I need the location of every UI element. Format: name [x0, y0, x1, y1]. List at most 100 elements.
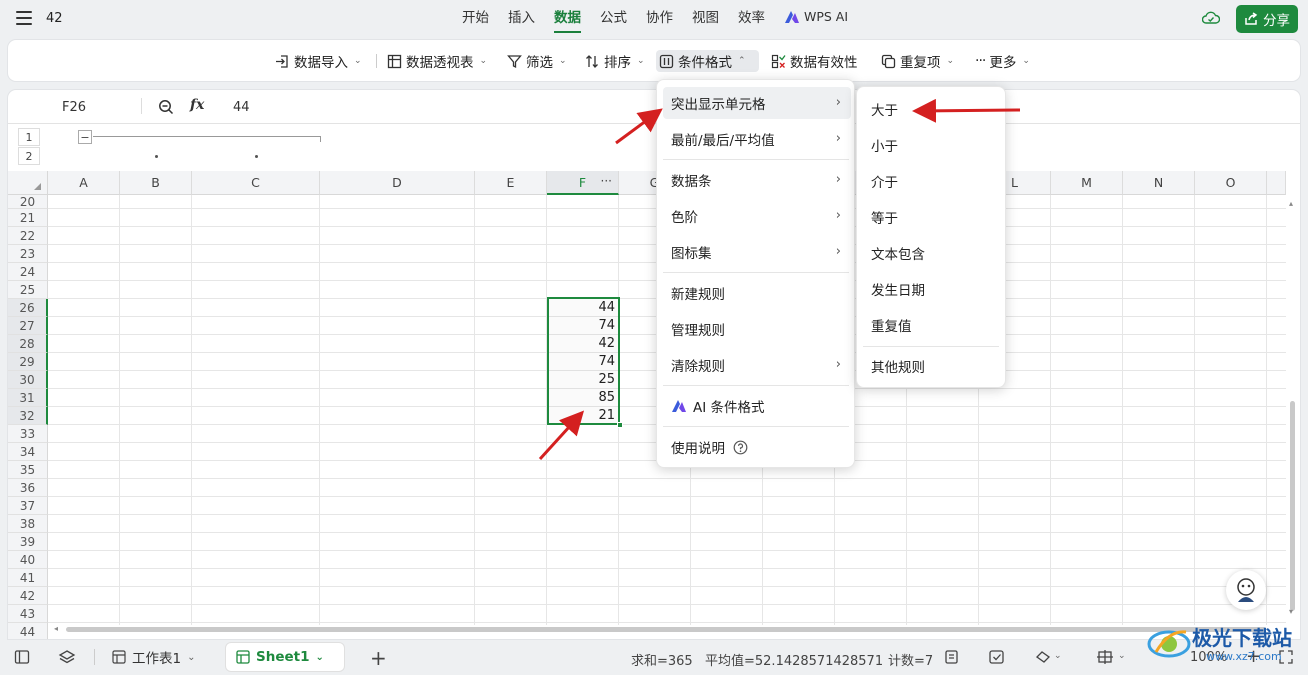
- row-header-20[interactable]: 20: [8, 195, 48, 209]
- more-button[interactable]: ··· 更多 ⌄: [972, 50, 1033, 72]
- scroll-up-icon[interactable]: ▴: [1289, 199, 1293, 208]
- sort-button[interactable]: 排序 ⌄: [582, 50, 648, 72]
- scroll-down-icon[interactable]: ▾: [1289, 607, 1293, 616]
- vertical-scrollbar[interactable]: ▴ ▾: [1286, 195, 1300, 625]
- tab-collab[interactable]: 协作: [646, 9, 673, 33]
- row-header-34[interactable]: 34: [8, 443, 48, 461]
- menu-item-manage-rules[interactable]: 管理规则: [663, 313, 851, 345]
- row-header-27[interactable]: 27: [8, 317, 48, 335]
- name-box[interactable]: F26: [62, 100, 86, 115]
- tab-efficiency[interactable]: 效率: [738, 9, 765, 33]
- sheet-tab-worksheet1[interactable]: 工作表1 ⌄: [102, 643, 205, 671]
- formula-input[interactable]: 44: [233, 100, 250, 115]
- column-header-m[interactable]: M: [1051, 171, 1123, 195]
- hamburger-menu-icon[interactable]: [16, 11, 32, 25]
- horizontal-scroll-thumb[interactable]: [66, 627, 1266, 632]
- assistant-avatar-button[interactable]: [1226, 570, 1266, 610]
- zoom-out-icon[interactable]: [158, 99, 174, 115]
- row-header-24[interactable]: 24: [8, 263, 48, 281]
- row-header-25[interactable]: 25: [8, 281, 48, 299]
- column-header-f[interactable]: F ···: [547, 171, 619, 195]
- submenu-item-duplicate-values[interactable]: 重复值: [863, 309, 997, 341]
- menu-item-data-bar[interactable]: 数据条 ›: [663, 164, 851, 196]
- filter-button[interactable]: 筛选 ⌄: [504, 50, 570, 72]
- conditional-format-button[interactable]: 条件格式 ⌃: [656, 50, 759, 72]
- chevron-down-icon[interactable]: ⌄: [1118, 651, 1126, 661]
- duplicates-button[interactable]: 重复项 ⌄: [878, 50, 957, 72]
- horizontal-scrollbar[interactable]: ◂: [48, 624, 1288, 634]
- row-header-40[interactable]: 40: [8, 551, 48, 569]
- row-header-36[interactable]: 36: [8, 479, 48, 497]
- row-header-42[interactable]: 42: [8, 587, 48, 605]
- share-button[interactable]: 分享: [1236, 5, 1298, 33]
- submenu-item-date-occurring[interactable]: 发生日期: [863, 273, 997, 305]
- row-header-44[interactable]: 44: [8, 623, 48, 639]
- fill-handle[interactable]: [617, 422, 623, 428]
- menu-item-ai-conditional-format[interactable]: AI 条件格式: [663, 390, 851, 422]
- cloud-sync-icon[interactable]: [1202, 11, 1220, 25]
- group-level-1-button[interactable]: 1: [18, 128, 40, 146]
- row-header-22[interactable]: 22: [8, 227, 48, 245]
- menu-item-top-bottom[interactable]: 最前/最后/平均值 ›: [663, 123, 851, 155]
- column-header-extra[interactable]: [1267, 171, 1286, 195]
- column-header-b[interactable]: B: [120, 171, 192, 195]
- submenu-item-text-contains[interactable]: 文本包含: [863, 237, 997, 269]
- group-level-2-button[interactable]: 2: [18, 147, 40, 165]
- row-header-21[interactable]: 21: [8, 209, 48, 227]
- column-header-a[interactable]: A: [48, 171, 120, 195]
- submenu-item-less-than[interactable]: 小于: [863, 129, 997, 161]
- freeze-panes-icon[interactable]: [1096, 649, 1114, 665]
- row-header-37[interactable]: 37: [8, 497, 48, 515]
- tab-formula[interactable]: 公式: [600, 9, 627, 33]
- row-header-29[interactable]: 29: [8, 353, 48, 371]
- collapse-group-button[interactable]: −: [78, 130, 92, 144]
- tab-insert[interactable]: 插入: [508, 9, 535, 33]
- function-icon[interactable]: fx: [190, 97, 204, 113]
- wps-ai-button[interactable]: WPS AI: [784, 9, 848, 24]
- column-header-n[interactable]: N: [1123, 171, 1195, 195]
- scroll-left-icon[interactable]: ◂: [54, 624, 58, 633]
- pivot-table-button[interactable]: 数据透视表 ⌄: [384, 50, 490, 72]
- row-header-32[interactable]: 32: [8, 407, 48, 425]
- row-header-26[interactable]: 26: [8, 299, 48, 317]
- sheet-tab-sheet1[interactable]: Sheet1 ⌄: [226, 643, 344, 671]
- row-header-33[interactable]: 33: [8, 425, 48, 443]
- tab-view[interactable]: 视图: [692, 9, 719, 33]
- submenu-item-equal-to[interactable]: 等于: [863, 201, 997, 233]
- submenu-item-between[interactable]: 介于: [863, 165, 997, 197]
- menu-item-new-rule[interactable]: 新建规则: [663, 277, 851, 309]
- submenu-item-other-rules[interactable]: 其他规则: [863, 350, 997, 382]
- add-sheet-button[interactable]: +: [370, 646, 387, 670]
- column-more-icon[interactable]: ···: [601, 174, 612, 188]
- row-header-35[interactable]: 35: [8, 461, 48, 479]
- tab-data[interactable]: 数据: [554, 9, 581, 33]
- row-header-43[interactable]: 43: [8, 605, 48, 623]
- menu-item-highlight-cells[interactable]: 突出显示单元格 ›: [663, 87, 851, 119]
- row-header-28[interactable]: 28: [8, 335, 48, 353]
- menu-item-icon-set[interactable]: 图标集 ›: [663, 236, 851, 268]
- row-header-38[interactable]: 38: [8, 515, 48, 533]
- data-import-button[interactable]: 数据导入 ⌄: [272, 50, 365, 72]
- column-header-c[interactable]: C: [192, 171, 320, 195]
- layers-icon[interactable]: [58, 649, 76, 665]
- tab-home[interactable]: 开始: [462, 9, 489, 33]
- menu-item-help[interactable]: 使用说明: [663, 431, 851, 463]
- statistics-menu-icon[interactable]: [944, 649, 960, 665]
- chevron-down-icon[interactable]: ⌄: [1054, 651, 1062, 661]
- select-all-corner[interactable]: [8, 171, 48, 195]
- sidebar-toggle-icon[interactable]: [14, 649, 30, 665]
- row-header-41[interactable]: 41: [8, 569, 48, 587]
- submenu-item-greater-than[interactable]: 大于: [863, 93, 997, 125]
- menu-item-color-scale[interactable]: 色阶 ›: [663, 200, 851, 232]
- vertical-scroll-thumb[interactable]: [1290, 401, 1295, 611]
- row-header-39[interactable]: 39: [8, 533, 48, 551]
- column-header-d[interactable]: D: [320, 171, 475, 195]
- column-header-o[interactable]: O: [1195, 171, 1267, 195]
- reading-mode-icon[interactable]: [1034, 649, 1052, 665]
- data-validation-button[interactable]: 数据有效性: [768, 50, 861, 72]
- row-header-23[interactable]: 23: [8, 245, 48, 263]
- row-header-31[interactable]: 31: [8, 389, 48, 407]
- column-header-e[interactable]: E: [475, 171, 547, 195]
- selected-range[interactable]: [547, 297, 620, 425]
- row-header-30[interactable]: 30: [8, 371, 48, 389]
